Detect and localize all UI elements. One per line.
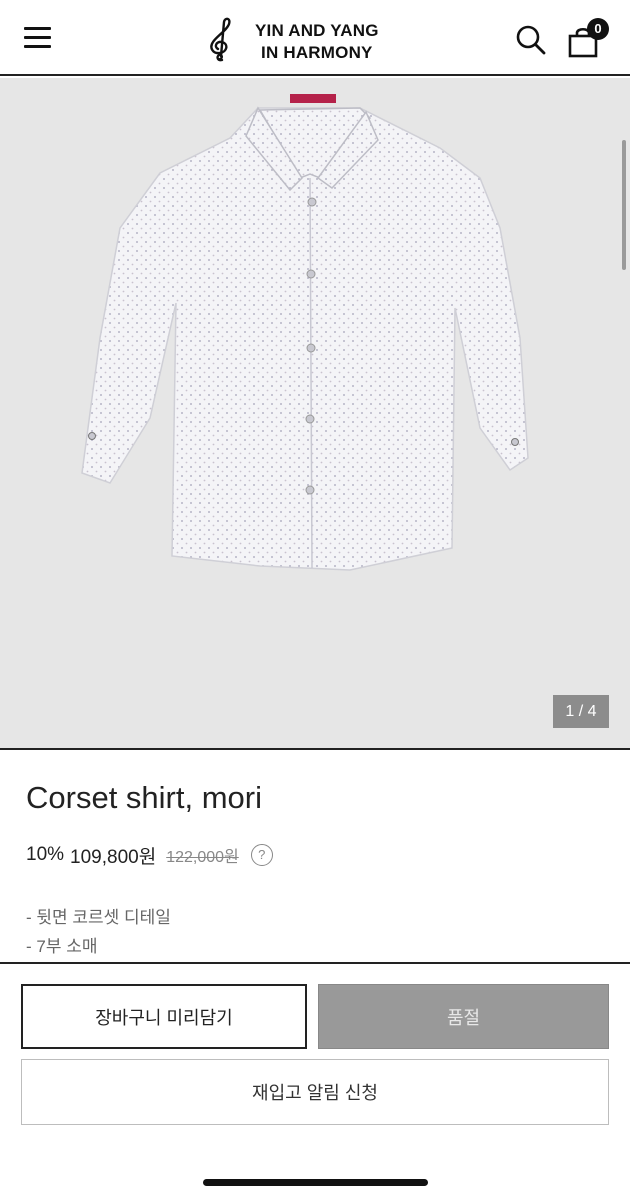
logo-line-2: IN HARMONY [261, 43, 373, 62]
site-logo[interactable]: YIN AND YANG IN HARMONY [205, 16, 405, 62]
original-price: 122,000원 [166, 849, 239, 866]
restock-alert-button[interactable]: 재입고 알림 신청 [21, 1059, 609, 1125]
logo-text: YIN AND YANG IN HARMONY [255, 20, 379, 64]
search-icon[interactable] [515, 24, 547, 56]
cart-button[interactable]: 0 [568, 18, 612, 58]
site-header: YIN AND YANG IN HARMONY 0 [0, 0, 630, 76]
description-line: - 뒷면 코르셋 디테일 [26, 908, 171, 927]
sale-price: 109,800원 [70, 846, 157, 868]
description-line: - 7부 소매 [26, 937, 98, 956]
menu-bar [24, 27, 51, 30]
menu-bar [24, 45, 51, 48]
sold-out-button[interactable]: 품절 [318, 984, 609, 1049]
discount-rate: 10% [26, 844, 65, 865]
divider [0, 748, 630, 750]
home-indicator[interactable] [203, 1179, 428, 1186]
scrollbar-thumb[interactable] [622, 140, 626, 270]
add-to-cart-button[interactable]: 장바구니 미리담기 [21, 984, 307, 1049]
treble-clef-icon [210, 17, 231, 62]
logo-line-1: YIN AND YANG [255, 21, 379, 40]
product-title: Corset shirt, mori [26, 780, 262, 815]
cart-count-badge: 0 [587, 18, 609, 40]
menu-bar [24, 36, 51, 39]
product-image [81, 94, 529, 571]
hamburger-menu-icon[interactable] [24, 24, 54, 52]
product-image-gallery[interactable] [0, 78, 630, 748]
image-counter: 1 / 4 [553, 695, 609, 728]
help-icon[interactable]: ? [250, 844, 273, 866]
price-row: 10% 109,800원 122,000원 ? [26, 842, 273, 868]
